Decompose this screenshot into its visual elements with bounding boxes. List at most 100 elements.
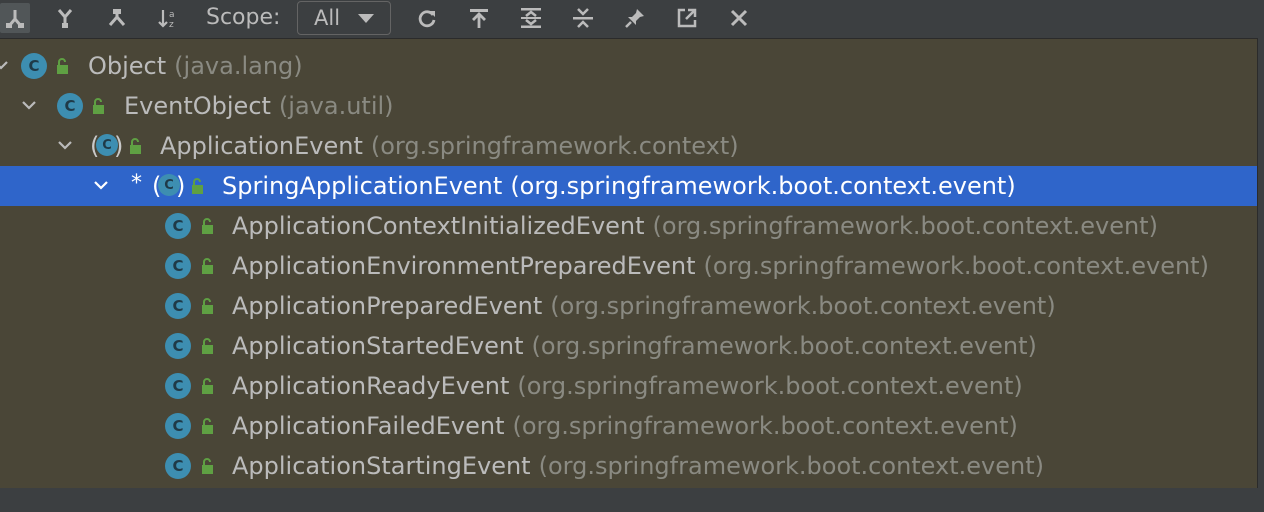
class-name: ApplicationEnvironmentPreparedEvent (232, 252, 696, 280)
scroll-to-source-icon (470, 9, 488, 28)
tree-row-eventobject[interactable]: C EventObject (java.util) (0, 86, 1258, 126)
close-button[interactable] (722, 3, 756, 33)
tree-row-applicationreadyevent[interactable]: C ApplicationReadyEvent (org.springframew… (0, 366, 1258, 406)
package-name: (org.springframework.boot.context.event) (512, 412, 1018, 440)
chevron-down-icon[interactable] (56, 136, 74, 154)
public-lock-icon (192, 178, 203, 194)
package-name: (org.springframework.boot.context.event) (517, 372, 1023, 400)
public-lock-icon (202, 458, 213, 474)
class-name: SpringApplicationEvent (222, 172, 503, 200)
horizontal-scrollbar[interactable] (0, 488, 1264, 512)
refresh-button[interactable] (410, 3, 444, 33)
tree-row-label: EventObject (java.util) (124, 91, 394, 121)
tree-row-label: ApplicationStartingEvent (org.springframe… (232, 451, 1044, 481)
scope-dropdown[interactable]: All (297, 1, 391, 35)
class-name: Object (88, 52, 167, 80)
collapse-all-icon (573, 8, 593, 28)
package-name: (org.springframework.boot.context.event) (703, 252, 1209, 280)
class-icon: C (165, 373, 191, 399)
class-name: ApplicationFailedEvent (232, 412, 505, 440)
tree-row-label: ApplicationStartedEvent (org.springframew… (232, 331, 1037, 361)
public-lock-icon (57, 58, 68, 74)
public-lock-icon (202, 418, 213, 434)
class-icon: C (165, 293, 191, 319)
package-name: (java.lang) (174, 52, 303, 80)
sort-alphabetically-button[interactable]: az (152, 3, 186, 33)
close-icon (730, 9, 748, 27)
public-lock-icon (202, 298, 213, 314)
scroll-to-source-button[interactable] (462, 3, 496, 33)
pin-button[interactable] (618, 3, 652, 33)
tree-row-applicationpreparedevent[interactable]: C ApplicationPreparedEvent (org.springfra… (0, 286, 1258, 326)
abstract-class-icon: ( C ) (152, 172, 186, 200)
package-name: (org.springframework.boot.context.event) (652, 212, 1158, 240)
package-name: (java.util) (278, 92, 394, 120)
vertical-scrollbar[interactable] (1258, 38, 1264, 488)
tree-row-applicationstartedevent[interactable]: C ApplicationStartedEvent (org.springfram… (0, 326, 1258, 366)
collapse-all-button[interactable] (566, 3, 600, 33)
base-marker: * (131, 171, 142, 196)
scope-value: All (314, 6, 341, 30)
open-in-new-window-button[interactable] (670, 3, 704, 33)
class-icon: C (165, 333, 191, 359)
class-icon: C (21, 53, 47, 79)
package-name: (org.springframework.boot.context.event) (510, 172, 1016, 200)
class-name: EventObject (124, 92, 271, 120)
public-lock-icon (202, 258, 213, 274)
hierarchy-toolbar: az Scope: All (0, 0, 1264, 39)
public-lock-icon (93, 98, 104, 114)
class-name: ApplicationReadyEvent (232, 372, 510, 400)
chevron-down-icon (358, 14, 374, 23)
public-lock-icon (202, 338, 213, 354)
class-hierarchy-icon (108, 9, 126, 26)
package-name: (org.springframework.context) (370, 132, 739, 160)
svg-text:a: a (169, 10, 175, 20)
tree-row-springapplicationevent[interactable]: * ( C ) SpringApplicationEvent (org.sprin… (0, 166, 1258, 206)
supertypes-hierarchy-button[interactable] (48, 3, 82, 33)
class-icon: C (165, 453, 191, 479)
scope-label: Scope: (206, 5, 281, 30)
tree-row-label: ApplicationEnvironmentPreparedEvent (org.… (232, 251, 1209, 281)
tree-row-label: ApplicationContextInitializedEvent (org.s… (232, 211, 1158, 241)
pin-icon (625, 9, 644, 28)
subtypes-hierarchy-button[interactable] (0, 3, 30, 33)
tree-row-label: ApplicationReadyEvent (org.springframewor… (232, 371, 1023, 401)
chevron-down-icon[interactable] (92, 176, 110, 194)
tree-row-object[interactable]: C Object (java.lang) (0, 46, 1258, 86)
external-icon (677, 8, 697, 28)
tree-row-label: ApplicationFailedEvent (org.springframewo… (232, 411, 1018, 441)
class-hierarchy-button[interactable] (100, 3, 134, 33)
public-lock-icon (130, 138, 141, 154)
tree-row-applicationcontextinitializedevent[interactable]: C ApplicationContextInitializedEvent (org… (0, 206, 1258, 246)
class-icon: C (165, 253, 191, 279)
expand-all-button[interactable] (514, 3, 548, 33)
class-icon: C (165, 213, 191, 239)
tree-row-applicationenvironmentpreparedevent[interactable]: C ApplicationEnvironmentPreparedEvent (or… (0, 246, 1258, 286)
class-icon: C (165, 413, 191, 439)
class-icon: C (57, 93, 83, 119)
abstract-class-icon: ( C ) (90, 132, 124, 160)
class-name: ApplicationStartedEvent (232, 332, 524, 360)
tree-row-label: SpringApplicationEvent (org.springframewo… (222, 171, 1016, 201)
refresh-icon (418, 10, 436, 28)
class-name: ApplicationEvent (160, 132, 363, 160)
tree-row-applicationfailedevent[interactable]: C ApplicationFailedEvent (org.springframe… (0, 406, 1258, 446)
package-name: (org.springframework.boot.context.event) (538, 452, 1044, 480)
package-name: (org.springframework.boot.context.event) (531, 332, 1037, 360)
sort-alpha-icon: az (158, 10, 175, 29)
chevron-down-icon[interactable] (20, 96, 38, 114)
svg-text:z: z (169, 20, 174, 29)
class-name: ApplicationContextInitializedEvent (232, 212, 645, 240)
public-lock-icon (202, 218, 213, 234)
tree-row-applicationevent[interactable]: ( C ) ApplicationEvent (org.springframewo… (0, 126, 1258, 166)
tree-row-label: ApplicationEvent (org.springframework.con… (160, 131, 739, 161)
class-name: ApplicationStartingEvent (232, 452, 531, 480)
chevron-down-icon[interactable] (0, 56, 10, 74)
tree-row-applicationstartingevent[interactable]: C ApplicationStartingEvent (org.springfra… (0, 446, 1258, 486)
expand-all-icon (521, 8, 541, 28)
subtypes-icon (6, 10, 24, 28)
package-name: (org.springframework.boot.context.event) (550, 292, 1056, 320)
public-lock-icon (202, 378, 213, 394)
tree-row-label: ApplicationPreparedEvent (org.springframe… (232, 291, 1056, 321)
supertypes-icon (57, 9, 73, 28)
